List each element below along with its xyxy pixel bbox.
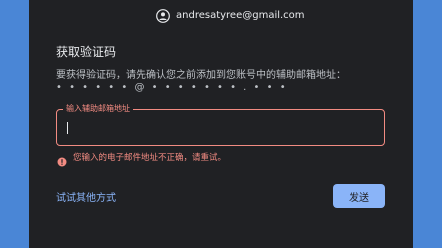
error-text: 您输入的电子邮件地址不正确，请重试。 bbox=[73, 153, 227, 163]
instruction-text: 要获得验证码，请先确认您之前添加到您账号中的辅助邮箱地址： bbox=[56, 70, 346, 81]
background-left bbox=[0, 0, 29, 248]
error-message: 您输入的电子邮件地址不正确，请重试。 bbox=[57, 151, 227, 167]
try-another-way-link[interactable]: 试试其他方式 bbox=[56, 189, 116, 204]
page-title: 获取验证码 bbox=[56, 45, 117, 59]
send-button[interactable]: 发送 bbox=[333, 184, 385, 208]
verification-card: andresatyree@gmail.com 获取验证码 要获得验证码，请先确认… bbox=[29, 0, 413, 248]
recovery-email-field[interactable]: 输入辅助邮箱地址 bbox=[56, 103, 385, 146]
account-email: andresatyree@gmail.com bbox=[176, 9, 305, 21]
error-circle-icon bbox=[57, 152, 67, 167]
background-right bbox=[413, 0, 442, 248]
masked-email-hint: • • • • • • @ • • • • • • • . • • • bbox=[56, 82, 288, 93]
recovery-email-label: 输入辅助邮箱地址 bbox=[63, 103, 133, 114]
recovery-email-input[interactable] bbox=[63, 118, 377, 138]
account-chip[interactable]: andresatyree@gmail.com bbox=[156, 7, 305, 23]
text-caret bbox=[67, 122, 68, 134]
account-circle-icon bbox=[156, 8, 170, 23]
